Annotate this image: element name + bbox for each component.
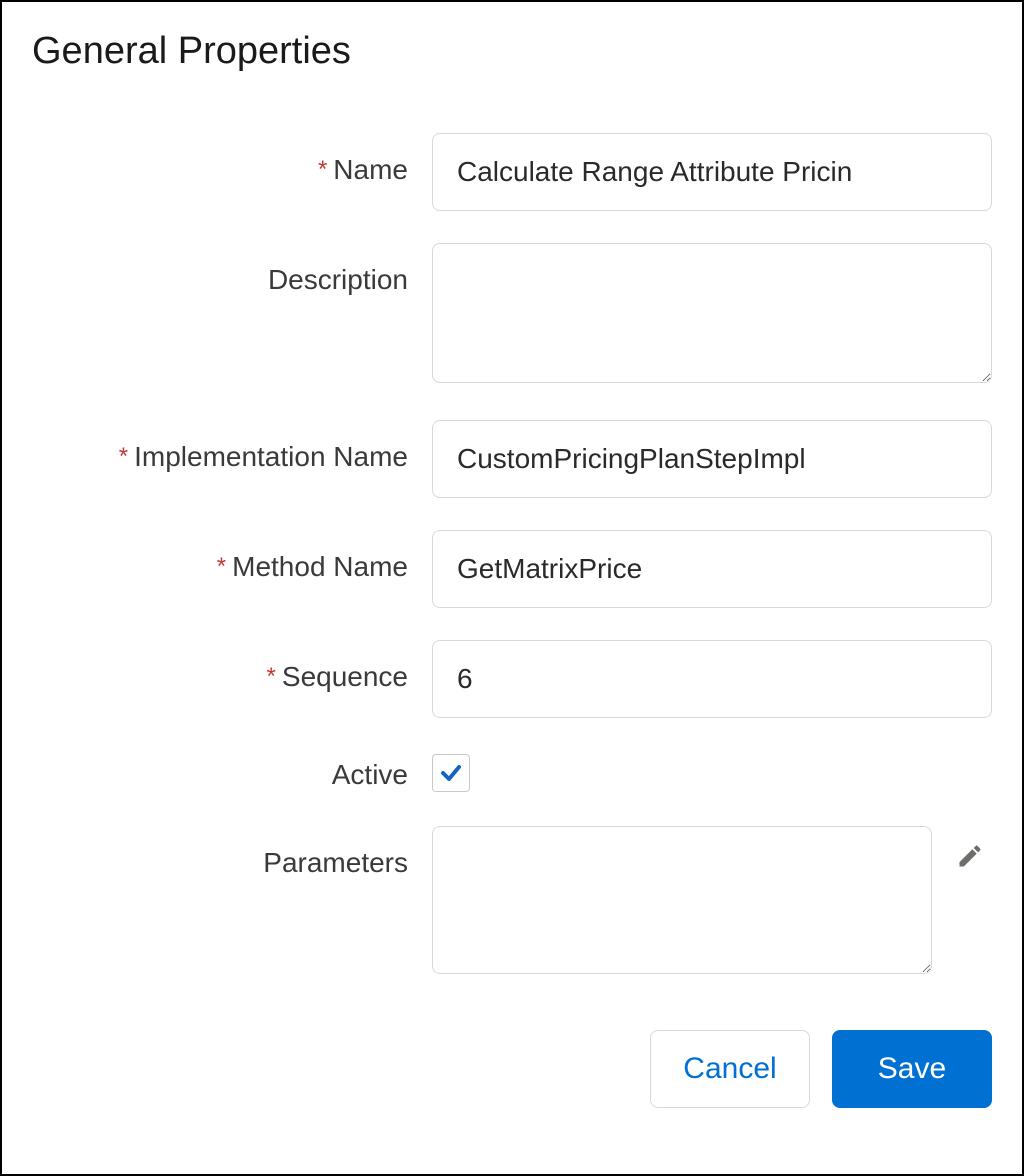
row-description: Description [32,243,992,388]
edit-parameters-button[interactable] [948,834,992,881]
row-parameters: Parameters [32,826,992,974]
required-marker: * [119,443,128,470]
label-parameters: Parameters [32,826,432,882]
row-implementation-name: *Implementation Name [32,420,992,498]
label-name: *Name [32,133,432,189]
description-field[interactable] [432,243,992,383]
pencil-icon [956,842,984,870]
label-method-name: *Method Name [32,530,432,586]
label-active: Active [32,750,432,794]
method-name-field[interactable] [432,530,992,608]
general-properties-panel: General Properties *Name Description *Im… [0,0,1024,1176]
label-implementation-name: *Implementation Name [32,420,432,476]
row-active: Active [32,750,992,794]
actions: Cancel Save [32,1030,992,1108]
sequence-field[interactable] [432,640,992,718]
parameters-field[interactable] [432,826,932,974]
name-field[interactable] [432,133,992,211]
form: *Name Description *Implementation Name [32,133,992,1108]
row-name: *Name [32,133,992,211]
label-description: Description [32,243,432,299]
row-method-name: *Method Name [32,530,992,608]
implementation-name-field[interactable] [432,420,992,498]
checkmark-icon [439,761,463,785]
required-marker: * [267,663,276,690]
save-button[interactable]: Save [832,1030,992,1108]
page-title: General Properties [32,30,992,73]
required-marker: * [318,156,327,183]
row-sequence: *Sequence [32,640,992,718]
label-sequence: *Sequence [32,640,432,696]
active-checkbox[interactable] [432,754,470,792]
cancel-button[interactable]: Cancel [650,1030,810,1108]
required-marker: * [217,553,226,580]
